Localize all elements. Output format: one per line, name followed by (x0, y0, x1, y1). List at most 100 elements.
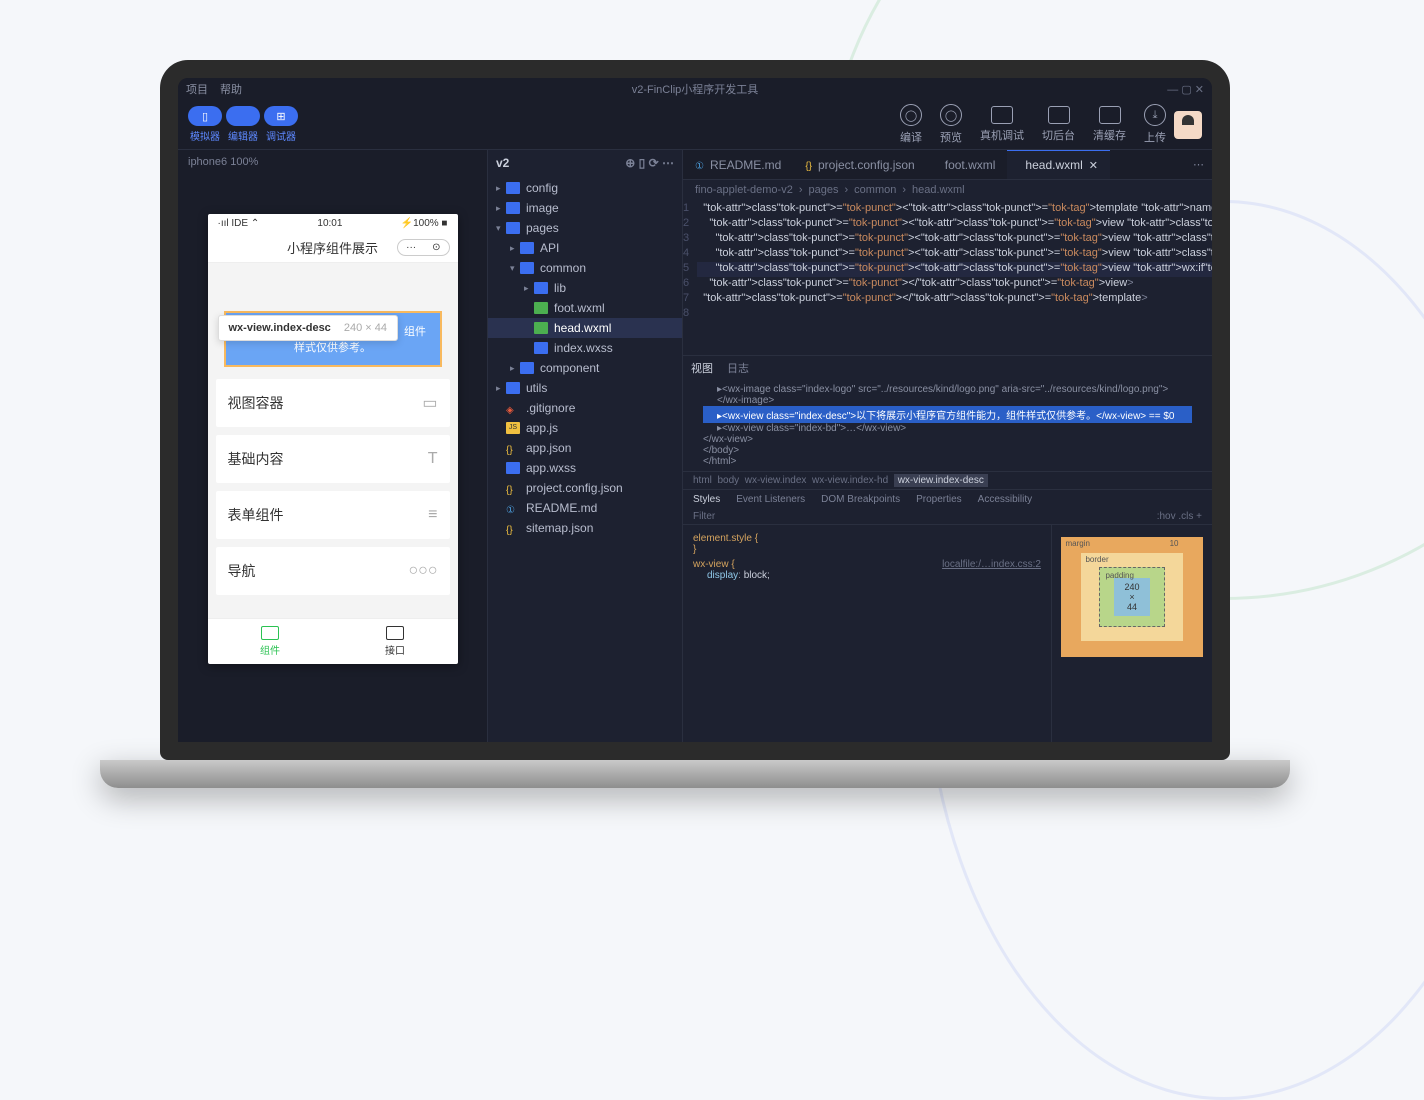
code-line[interactable]: "tok-attr">class"tok-punct">="tok-punct"… (697, 232, 1212, 247)
avatar[interactable] (1174, 111, 1202, 139)
tree-node[interactable]: ▸ image (488, 198, 682, 218)
expand-icon[interactable]: ▸ (496, 203, 506, 214)
tree-node[interactable]: ▸ config (488, 178, 682, 198)
tree-node[interactable]: README.md (488, 498, 682, 518)
dom-crumb[interactable]: wx-view.index-desc (894, 474, 988, 487)
mode-pill-1[interactable]: 编辑器 (226, 106, 260, 143)
tree-node[interactable]: JS app.js (488, 418, 682, 438)
toolbar-action-2[interactable]: 真机调试 (980, 106, 1024, 143)
tree-node[interactable]: ▸ API (488, 238, 682, 258)
box-model[interactable]: margin 10 border padding 240 × 44 (1052, 525, 1212, 742)
expand-icon[interactable]: ▸ (510, 243, 520, 254)
tree-node[interactable]: sitemap.json (488, 518, 682, 538)
css-source[interactable]: localfile:/…index.css:2 (942, 559, 1041, 570)
toolbar-action-1[interactable]: ◯预览 (940, 104, 962, 145)
tree-node[interactable]: head.wxml (488, 318, 682, 338)
phone-body[interactable]: wx-view.index-desc 240 × 44 以下将展示小程序官方组件… (208, 263, 458, 618)
tree-node[interactable]: ▸ utils (488, 378, 682, 398)
devtools-subtab[interactable]: Properties (916, 494, 962, 505)
devtools-tab-elements[interactable]: 视图 (691, 360, 713, 376)
tree-node[interactable]: index.wxss (488, 338, 682, 358)
capsule-close[interactable]: ⊙ (424, 240, 448, 255)
capsule-button[interactable]: ··· ⊙ (397, 239, 449, 256)
capsule-menu[interactable]: ··· (398, 240, 424, 255)
dom-node[interactable]: ▸<wx-image class="index-logo" src="../re… (703, 384, 1192, 406)
window-controls[interactable]: — ▢ ✕ (1167, 83, 1204, 96)
css-rule[interactable]: element.style {} (693, 533, 1041, 555)
dom-crumb[interactable]: body (717, 475, 739, 486)
expand-icon[interactable]: ▸ (496, 383, 506, 394)
tabbar-item-1[interactable]: 接口 (333, 619, 458, 664)
editor-tab[interactable]: head.wxml ✕ (1007, 150, 1110, 179)
list-item[interactable]: 视图容器 ▭ (216, 379, 450, 427)
dom-node[interactable]: </html> (703, 456, 1192, 467)
mode-pill-2[interactable]: ⊞ 调试器 (264, 106, 298, 143)
code-line[interactable]: "tok-attr">class"tok-punct">="tok-punct"… (697, 277, 1212, 292)
code-line[interactable]: "tok-attr">class"tok-punct">="tok-punct"… (697, 292, 1212, 307)
breadcrumb[interactable]: fino-applet-demo-v2›pages›common›head.wx… (683, 180, 1212, 200)
expand-icon[interactable]: ▸ (524, 283, 534, 294)
tabs-overflow[interactable]: ⋯ (1185, 158, 1212, 171)
css-prop[interactable]: display (707, 570, 738, 581)
breadcrumb-segment[interactable]: common (854, 184, 896, 196)
tree-node[interactable]: ▸ lib (488, 278, 682, 298)
toolbar-action-0[interactable]: ◯编译 (900, 104, 922, 145)
expand-icon[interactable]: ▸ (496, 183, 506, 194)
toolbar-action-5[interactable]: ⤓上传 (1144, 104, 1166, 145)
tree-node[interactable]: ▾ pages (488, 218, 682, 238)
styles-panel[interactable]: element.style {}</span><span class="sel2… (683, 525, 1052, 742)
tree-body[interactable]: ▸ config ▸ image ▾ pages ▸ API ▾ common … (488, 176, 682, 742)
toolbar-action-3[interactable]: 切后台 (1042, 106, 1075, 143)
list-item[interactable]: 表单组件 ≡ (216, 491, 450, 539)
dom-tree[interactable]: ▸<wx-image class="index-logo" src="../re… (683, 380, 1212, 471)
dom-crumb[interactable]: wx-view.index (745, 475, 807, 486)
tree-root-label[interactable]: v2 (496, 156, 509, 170)
tree-node[interactable]: ▾ common (488, 258, 682, 278)
menu-project[interactable]: 项目 (186, 81, 208, 97)
list-item[interactable]: 基础内容 T (216, 435, 450, 483)
devtools-tab-log[interactable]: 日志 (727, 360, 749, 376)
dom-node[interactable]: ▸<wx-view class="index-desc">以下将展示小程序官方组… (703, 406, 1192, 423)
styles-filter[interactable]: Filter (693, 511, 715, 522)
tree-node[interactable]: ▸ component (488, 358, 682, 378)
breadcrumb-segment[interactable]: fino-applet-demo-v2 (695, 184, 793, 196)
code-editor[interactable]: 12345678 "tok-attr">class"tok-punct">="t… (683, 200, 1212, 355)
tree-node[interactable]: project.config.json (488, 478, 682, 498)
devtools-subtab[interactable]: Accessibility (978, 494, 1032, 505)
code-line[interactable] (697, 307, 1212, 322)
code-line[interactable]: "tok-attr">class"tok-punct">="tok-punct"… (697, 217, 1212, 232)
css-rule[interactable]: localfile:/…index.css:2wx-view {display:… (693, 559, 1041, 581)
code-line[interactable]: "tok-attr">class"tok-punct">="tok-punct"… (697, 262, 1212, 277)
devtools-subtab[interactable]: DOM Breakpoints (821, 494, 900, 505)
tree-node[interactable]: app.json (488, 438, 682, 458)
dom-breadcrumb[interactable]: html body wx-view.index wx-view.index-hd… (683, 471, 1212, 490)
breadcrumb-segment[interactable]: pages (809, 184, 839, 196)
dom-node[interactable]: </body> (703, 445, 1192, 456)
styles-filter-actions[interactable]: :hov .cls + (1157, 511, 1202, 522)
tree-node[interactable]: foot.wxml (488, 298, 682, 318)
code-line[interactable]: "tok-attr">class"tok-punct">="tok-punct"… (697, 247, 1212, 262)
toolbar-action-4[interactable]: 清缓存 (1093, 106, 1126, 143)
devtools-subtab[interactable]: Styles (693, 494, 720, 505)
dom-node[interactable]: </wx-view> (703, 434, 1192, 445)
list-item[interactable]: 导航 ○○○ (216, 547, 450, 595)
tree-node[interactable]: .gitignore (488, 398, 682, 418)
mode-pill-0[interactable]: ▯ 模拟器 (188, 106, 222, 143)
dom-crumb[interactable]: wx-view.index-hd (812, 475, 888, 486)
devtools-subtab[interactable]: Event Listeners (736, 494, 805, 505)
tree-node[interactable]: app.wxss (488, 458, 682, 478)
tree-actions[interactable]: ⊕ ▯ ⟳ ⋯ (625, 156, 674, 170)
expand-icon[interactable]: ▸ (510, 363, 520, 374)
close-icon[interactable]: ✕ (1089, 159, 1098, 172)
dom-crumb[interactable]: html (693, 475, 712, 486)
dom-node[interactable]: ▸<wx-view class="index-bd">…</wx-view> (703, 423, 1192, 434)
menu-help[interactable]: 帮助 (220, 81, 242, 97)
editor-tab[interactable]: README.md (683, 150, 793, 179)
tabbar-item-0[interactable]: 组件 (208, 619, 333, 664)
expand-icon[interactable]: ▾ (510, 263, 520, 274)
code-line[interactable]: "tok-attr">class"tok-punct">="tok-punct"… (697, 202, 1212, 217)
editor-tab[interactable]: foot.wxml (927, 150, 1008, 179)
expand-icon[interactable]: ▾ (496, 223, 506, 234)
breadcrumb-segment[interactable]: head.wxml (912, 184, 965, 196)
editor-tab[interactable]: project.config.json (793, 150, 926, 179)
